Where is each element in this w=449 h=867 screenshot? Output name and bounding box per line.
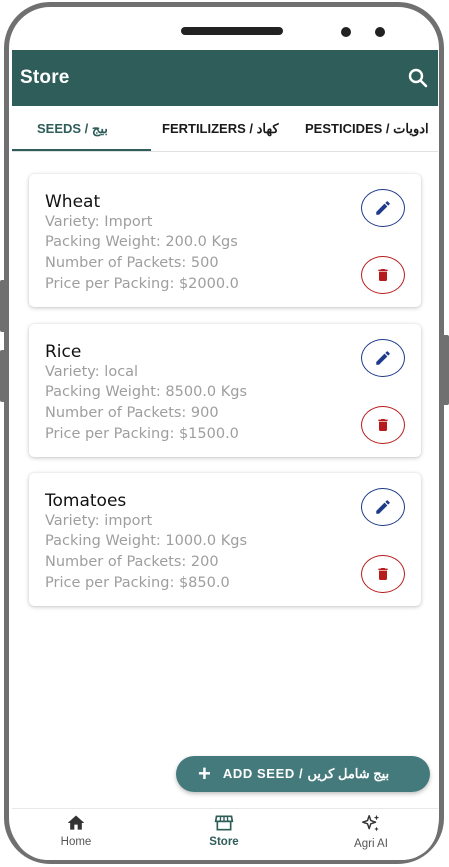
bottom-navigation: Home Store Agri AI (12, 808, 438, 860)
delete-button[interactable] (361, 256, 405, 294)
nav-home-label: Home (60, 836, 92, 848)
delete-button[interactable] (361, 406, 405, 444)
add-seed-button[interactable]: + ADD SEED / بیج شامل کریں (176, 756, 430, 792)
side-button (0, 350, 8, 402)
nav-store-label: Store (209, 836, 239, 848)
item-name: Tomatoes (45, 491, 127, 511)
plus-icon: + (198, 761, 211, 786)
tab-indicator (12, 149, 151, 151)
item-card: Wheat Variety: Import Packing Weight: 20… (29, 174, 421, 307)
nav-home[interactable]: Home (26, 813, 126, 859)
search-icon[interactable] (406, 66, 430, 90)
item-name: Rice (45, 342, 82, 362)
store-icon (214, 815, 234, 831)
item-name: Wheat (45, 192, 101, 212)
app-bar: Store (12, 50, 438, 106)
item-weight: Packing Weight: 200.0 Kgs (45, 234, 238, 250)
tab-pesticides[interactable]: PESTICIDES / ادویات (305, 106, 429, 152)
item-price: Price per Packing: $1500.0 (45, 426, 239, 442)
side-button (0, 280, 8, 332)
pencil-icon (376, 201, 390, 215)
item-variety: Variety: local (45, 364, 139, 380)
home-icon (67, 815, 85, 830)
delete-button[interactable] (361, 555, 405, 593)
tab-fertilizers[interactable]: FERTILIZERS / کھاد (162, 106, 279, 152)
edit-button[interactable] (361, 189, 405, 227)
edit-button[interactable] (361, 339, 405, 377)
tab-seeds[interactable]: SEEDS / بیج (37, 106, 108, 152)
item-weight: Packing Weight: 8500.0 Kgs (45, 384, 248, 400)
nav-agri-ai-label: Agri AI (354, 838, 388, 850)
item-variety: Variety: import (45, 513, 153, 529)
item-price: Price per Packing: $2000.0 (45, 276, 239, 292)
item-card: Rice Variety: local Packing Weight: 8500… (29, 324, 421, 457)
item-card: Tomatoes Variety: import Packing Weight:… (29, 473, 421, 606)
app-screen: Store SEEDS / بیج FERTILIZERS / کھاد PES… (12, 50, 438, 860)
pencil-icon (376, 500, 390, 514)
power-button (441, 335, 449, 405)
nav-store[interactable]: Store (174, 813, 274, 859)
category-tabs: SEEDS / بیج FERTILIZERS / کھاد PESTICIDE… (12, 106, 438, 152)
page-title: Store (20, 67, 70, 88)
item-packets: Number of Packets: 200 (45, 554, 219, 570)
front-camera (341, 27, 351, 37)
pencil-icon (376, 351, 390, 365)
nav-agri-ai[interactable]: Agri AI (321, 813, 421, 859)
trash-icon (378, 269, 388, 281)
item-packets: Number of Packets: 900 (45, 405, 219, 421)
sparkles-icon (362, 814, 380, 832)
trash-icon (378, 568, 388, 580)
item-variety: Variety: Import (45, 214, 153, 230)
trash-icon (378, 419, 388, 431)
add-seed-label: ADD SEED / بیج شامل کریں (222, 766, 390, 781)
item-price: Price per Packing: $850.0 (45, 575, 230, 591)
sensor (375, 27, 385, 37)
edit-button[interactable] (361, 488, 405, 526)
item-weight: Packing Weight: 1000.0 Kgs (45, 533, 248, 549)
item-packets: Number of Packets: 500 (45, 255, 219, 271)
speaker-grille (181, 27, 283, 35)
